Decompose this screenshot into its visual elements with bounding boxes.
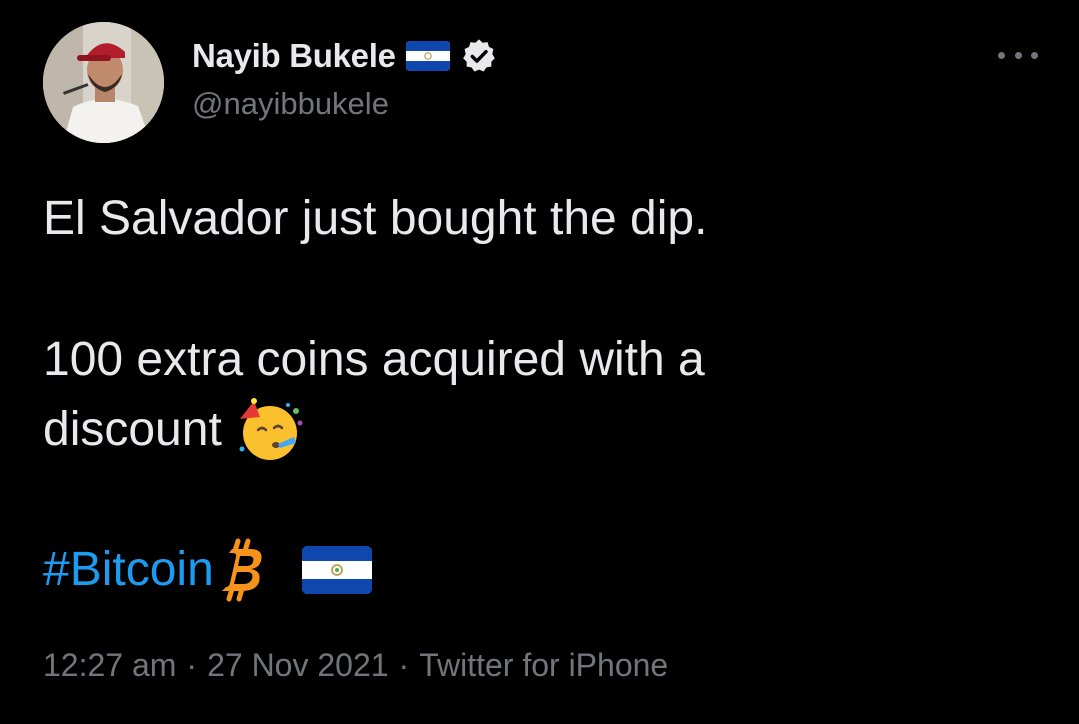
partying-face-icon — [236, 397, 306, 463]
tweet-metadata: 12:27 am · 27 Nov 2021 · Twitter for iPhone — [43, 647, 668, 684]
more-icon[interactable] — [998, 44, 1038, 66]
tweet-date[interactable]: 27 Nov 2021 — [207, 647, 388, 683]
el-salvador-flag-icon — [405, 41, 450, 71]
tweet-source[interactable]: Twitter for iPhone — [419, 647, 668, 683]
tweet-text-line: 100 extra coins acquired with a — [43, 333, 705, 386]
name-row: Nayib Bukele — [192, 34, 498, 78]
user-handle[interactable]: @nayibbukele — [192, 86, 389, 122]
bitcoin-icon — [218, 537, 270, 603]
el-salvador-flag-icon — [301, 546, 372, 594]
avatar[interactable] — [43, 22, 164, 143]
separator: · — [398, 647, 410, 683]
tweet-text-line: discount — [43, 395, 306, 465]
display-name[interactable]: Nayib Bukele — [192, 37, 396, 75]
hashtag-link[interactable]: #Bitcoin — [43, 535, 214, 605]
tweet: Nayib Bukele @nayibbukele El Salvador ju… — [0, 0, 1079, 724]
verified-badge-icon[interactable] — [460, 37, 498, 75]
tweet-hashtag-line: #Bitcoin — [43, 535, 372, 605]
tweet-text-word: discount — [43, 403, 222, 456]
tweet-time[interactable]: 12:27 am — [43, 647, 176, 683]
separator: · — [186, 647, 198, 683]
tweet-text-line: El Salvador just bought the dip. — [43, 192, 708, 245]
